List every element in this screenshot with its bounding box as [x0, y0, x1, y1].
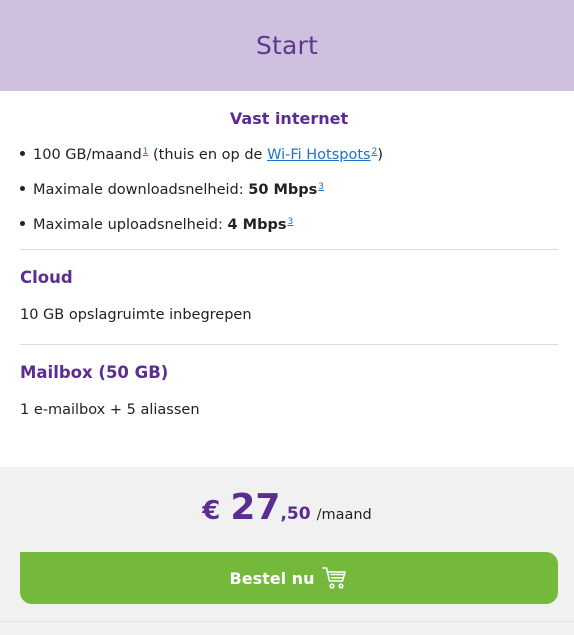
- wifi-hotspots-link[interactable]: Wi-Fi Hotspots: [267, 147, 371, 163]
- upload-feature-item: Maximale uploadsnelheid: 4 Mbps3: [20, 214, 558, 233]
- price-currency: €: [202, 496, 221, 526]
- internet-section-title: Vast internet: [229, 109, 349, 128]
- plan-header: Start: [0, 0, 574, 91]
- bottom-divider: [0, 621, 574, 622]
- footnote-3-link[interactable]: 3: [318, 182, 324, 192]
- cloud-text: 10 GB opslagruimte inbegrepen: [20, 307, 252, 323]
- mailbox-text: 1 e-mailbox + 5 aliassen: [20, 402, 200, 418]
- upload-value: 4 Mbps: [227, 217, 287, 233]
- mailbox-section: Mailbox (50 GB) 1 e-mailbox + 5 aliassen: [20, 345, 558, 418]
- price-display: € 27 ,50 /maand: [0, 487, 574, 528]
- data-feature-item: 100 GB/maand1 (thuis en op de Wi-Fi Hots…: [20, 144, 558, 163]
- plan-body: Vast internet 100 GB/maand1 (thuis en op…: [0, 91, 574, 467]
- price-period: /maand: [316, 507, 372, 523]
- data-volume-text: 100 GB/maand: [33, 147, 142, 163]
- price-decimal: ,50: [280, 504, 311, 524]
- data-mid-text: (thuis en op de: [148, 147, 268, 163]
- price-whole: 27: [230, 487, 281, 528]
- cart-icon: [322, 566, 348, 590]
- order-now-button[interactable]: Bestel nu: [20, 552, 558, 604]
- upload-label: Maximale uploadsnelheid:: [33, 217, 228, 233]
- data-suffix-text: ): [377, 147, 384, 163]
- mailbox-title: Mailbox (50 GB): [20, 363, 169, 382]
- download-feature-item: Maximale downloadsnelheid: 50 Mbps3: [20, 179, 558, 198]
- plan-title: Start: [255, 31, 319, 60]
- cloud-title: Cloud: [20, 268, 73, 287]
- download-label: Maximale downloadsnelheid:: [33, 182, 249, 198]
- download-value: 50 Mbps: [248, 182, 318, 198]
- plan-card: Start Vast internet 100 GB/maand1 (thuis…: [0, 0, 574, 635]
- order-now-label: Bestel nu: [229, 568, 315, 588]
- cloud-section: Cloud 10 GB opslagruimte inbegrepen: [20, 250, 558, 323]
- internet-features-list: 100 GB/maand1 (thuis en op de Wi-Fi Hots…: [20, 144, 558, 233]
- plan-footer: € 27 ,50 /maand Bestel nu: [0, 467, 574, 635]
- footnote-3b-link[interactable]: 3: [287, 217, 293, 227]
